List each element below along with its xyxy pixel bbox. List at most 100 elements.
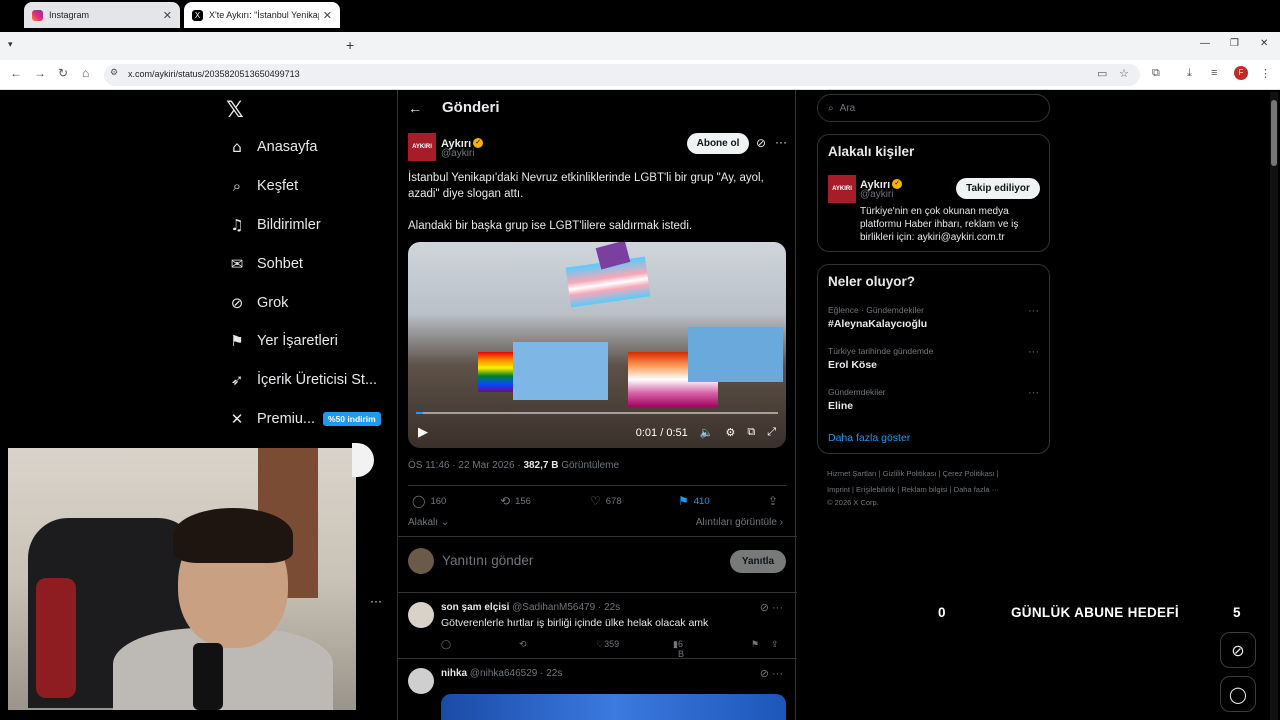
nav-explore[interactable]: ⌕ Keşfet	[226, 171, 298, 201]
nav-label: Anasayfa	[257, 139, 318, 155]
trend-name[interactable]: Eline	[828, 400, 853, 412]
author-avatar[interactable]: AYKIRI	[408, 133, 436, 161]
minimize-icon[interactable]: —	[1200, 38, 1210, 49]
scrollbar[interactable]	[1270, 92, 1278, 720]
more-options-icon[interactable]: ···	[370, 594, 382, 608]
home-browser-icon[interactable]: ⌂	[82, 66, 89, 80]
bookmark-count: 410	[693, 495, 710, 507]
post-column: ← Gönderi AYKIRI Aykırı ✓ @aykiri Abone o…	[397, 90, 797, 720]
more-options-icon[interactable]: ⊘ ···	[760, 601, 783, 614]
install-app-icon[interactable]: ▭	[1097, 67, 1107, 80]
site-info-icon[interactable]: ⚙	[110, 67, 118, 78]
trend-name[interactable]: #AleynaKalaycıoğlu	[828, 318, 927, 330]
comment-author[interactable]: nihka	[441, 668, 467, 679]
following-button[interactable]: Takip ediliyor	[956, 178, 1040, 199]
more-options-icon[interactable]: ···	[775, 135, 787, 149]
reply-input[interactable]: Yanıtını gönder	[442, 553, 533, 568]
post-timestamp[interactable]: ÖS 11:46 · 22 Mar 2026 ·	[408, 460, 523, 471]
close-window-icon[interactable]: ✕	[1260, 38, 1268, 49]
media-icon[interactable]: ≡	[1211, 67, 1217, 79]
forward-arrow-icon[interactable]: →	[34, 66, 46, 80]
related-people-box: Alakalı kişiler AYKIRI Aykırı ✓ @aykiri T…	[817, 134, 1050, 252]
footer-copyright: © 2026 X Corp.	[827, 498, 879, 507]
nav-messages[interactable]: ✉ Sohbet	[226, 249, 303, 279]
repost-action[interactable]: ⟲ 156	[500, 494, 531, 508]
like-action[interactable]: ♡ 359	[596, 639, 619, 650]
browser-menu-icon[interactable]: ⋮	[1260, 67, 1271, 80]
avatar[interactable]	[408, 548, 434, 574]
download-icon[interactable]: ⤓	[1187, 67, 1192, 80]
bookmark-action[interactable]: ⚑ 410	[678, 494, 710, 508]
comment-avatar[interactable]	[408, 602, 434, 628]
more-options-icon[interactable]: ···	[1028, 387, 1039, 399]
comment-media-image[interactable]	[441, 694, 786, 720]
nav-grok[interactable]: ⊘ Grok	[226, 288, 289, 318]
comment-avatar[interactable]	[408, 668, 434, 694]
bookmark-star-icon[interactable]: ☆	[1119, 67, 1129, 80]
nav-premium[interactable]: ✕ Premiu... %50 indirim	[226, 404, 381, 434]
profile-avatar-icon[interactable]: F	[1234, 66, 1248, 80]
back-arrow-icon[interactable]: ←	[408, 100, 422, 116]
back-arrow-icon[interactable]: ←	[10, 66, 22, 80]
picture-in-picture-icon[interactable]: ⧉	[747, 426, 755, 439]
related-dropdown[interactable]: Alakalı ⌄	[408, 517, 449, 528]
video-progress-track[interactable]	[416, 412, 778, 414]
share-action[interactable]: ⇪	[768, 494, 783, 508]
comment-author[interactable]: son şam elçisi	[441, 602, 509, 613]
search-input[interactable]: ⌕ Ara	[817, 94, 1050, 122]
x-logo-icon[interactable]: 𝕏	[226, 98, 244, 123]
reload-icon[interactable]: ↻	[58, 66, 68, 80]
view-quotes-link[interactable]: Alıntıları görüntüle ›	[696, 517, 783, 528]
footer-links[interactable]: Imprint | Erişilebilirlik | Reklam bilgi…	[827, 485, 999, 494]
new-tab-plus-icon[interactable]: +	[346, 37, 354, 53]
nav-bookmarks[interactable]: ⚑ Yer İşaretleri	[226, 326, 338, 356]
author-handle[interactable]: @aykiri	[441, 148, 475, 159]
tab-close-icon[interactable]: ✕	[323, 9, 332, 22]
grok-icon[interactable]: ⊘	[1220, 632, 1256, 668]
tab-label: X'te Aykırı: "İstanbul Yenikapı'da...	[209, 10, 319, 20]
share-icon[interactable]: ⇪	[771, 639, 779, 650]
repost-count: 156	[515, 495, 531, 507]
subscribe-button[interactable]: Abone ol	[687, 133, 749, 154]
more-options-icon[interactable]: ⊘ ···	[760, 667, 783, 680]
author-bio: Türkiye'nin en çok okunan medya platform…	[860, 206, 1019, 243]
repost-icon[interactable]: ⟲	[519, 639, 527, 650]
related-title: Alakalı kişiler	[828, 144, 915, 159]
tab-search-chevron-icon[interactable]: ▾	[8, 39, 13, 50]
grok-icon[interactable]: ⊘	[756, 136, 766, 150]
more-options-icon[interactable]: ···	[1028, 346, 1039, 358]
more-options-icon[interactable]: ···	[1028, 305, 1039, 317]
messages-bubble-icon[interactable]: ◯	[1220, 676, 1256, 712]
nav-notifications[interactable]: ♫ Bildirimler	[226, 210, 320, 240]
fullscreen-icon[interactable]: ⤢	[767, 426, 776, 439]
post-actions-bar: ◯ 160 ⟲ 156 ♡ 678 ⚑ 410 ⇪	[408, 485, 786, 509]
volume-icon[interactable]: 🔈	[700, 426, 714, 439]
divider	[398, 658, 797, 659]
play-icon[interactable]: ▶	[418, 425, 428, 440]
bookmark-icon[interactable]: ⚑	[751, 639, 759, 650]
trends-title: Neler oluyor?	[828, 274, 916, 289]
nav-label: Sohbet	[257, 256, 303, 272]
reply-bubble-icon[interactable]: ◯	[441, 639, 451, 650]
microphone-image	[193, 643, 223, 710]
bell-icon: ♫	[230, 216, 244, 234]
nav-creator-studio[interactable]: ➶ İçerik Üreticisi St...	[226, 365, 377, 395]
views-action[interactable]: ▮ 6 B	[673, 639, 684, 659]
extensions-icon[interactable]: ⧉	[1152, 67, 1160, 80]
show-more-link[interactable]: Daha fazla göster	[828, 432, 910, 444]
settings-gear-icon[interactable]: ⚙	[725, 426, 735, 439]
tab-instagram[interactable]: Instagram ✕	[24, 2, 180, 28]
trend-name[interactable]: Erol Köse	[828, 359, 877, 371]
scrollbar-thumb[interactable]	[1271, 100, 1277, 166]
tab-x-post[interactable]: X X'te Aykırı: "İstanbul Yenikapı'da... …	[184, 2, 340, 28]
reply-action[interactable]: ◯ 160	[412, 494, 446, 508]
restore-icon[interactable]: ❐	[1230, 38, 1239, 49]
author-avatar[interactable]: AYKIRI	[828, 175, 856, 203]
tab-close-icon[interactable]: ✕	[163, 9, 172, 22]
reply-button[interactable]: Yanıtla	[730, 550, 786, 573]
like-action[interactable]: ♡ 678	[590, 494, 622, 508]
footer-links[interactable]: Hizmet Şartları | Gizlilik Politikası | …	[827, 469, 999, 478]
post-video[interactable]: ▶ 0:01 / 0:51 🔈 ⚙ ⧉ ⤢	[408, 242, 786, 448]
views-label: Görüntüleme	[558, 460, 620, 471]
nav-home[interactable]: ⌂ Anasayfa	[226, 132, 317, 162]
